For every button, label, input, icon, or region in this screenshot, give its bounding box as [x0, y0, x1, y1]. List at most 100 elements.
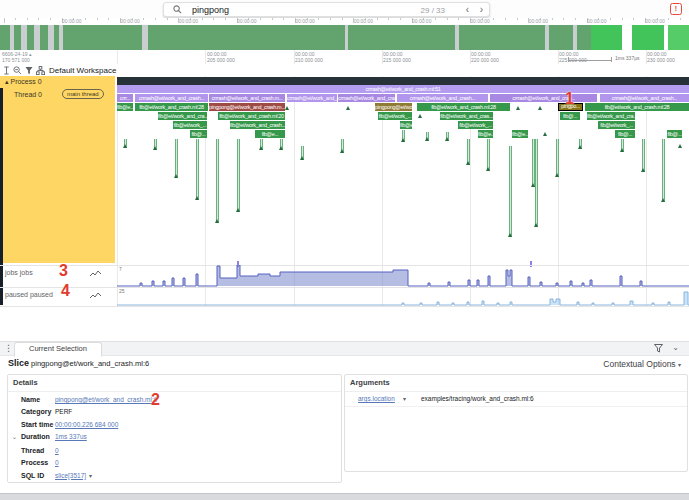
slice[interactable]: fib@e...	[255, 130, 285, 138]
slice[interactable]: fib@et/work_and_crash.ml:20	[218, 112, 285, 120]
filter-icon[interactable]	[25, 66, 33, 75]
process-summary-track[interactable]	[117, 77, 689, 85]
minimap-segment	[622, 25, 632, 50]
feedback-icon[interactable]: !	[670, 3, 682, 15]
overview-tick-ruler: 00:00:0000:00:0000:00:0000:00:0000:00:00…	[0, 18, 689, 25]
slice[interactable]: crrrash@et/work_and_cra...	[287, 94, 337, 102]
thread-track-shell[interactable]	[0, 76, 115, 263]
icicle-arrow-icon	[285, 106, 289, 110]
slice[interactable]: fib@e...	[512, 130, 528, 138]
slice[interactable]: fib@et/work_and_crash.ml:28	[417, 103, 510, 111]
slice[interactable]: crrrash@et/work_and_crash...	[397, 94, 488, 102]
drag-handle-icon[interactable]: ⋮	[4, 343, 13, 353]
detail-value[interactable]: 00:00:00.226 684 000	[55, 419, 118, 431]
slice[interactable]: pingpong@et/work_and_crash.m...	[209, 103, 285, 111]
next-result-button[interactable]: ›	[480, 4, 483, 15]
slice[interactable]: crrrash@et/work_and_crash...	[600, 94, 689, 102]
slice[interactable]: crrrash@et/work_and_crash.m...	[209, 94, 285, 102]
call-stack-icicle[interactable]	[662, 139, 665, 202]
counter-chart[interactable]	[0, 287, 689, 306]
counter-chart[interactable]	[0, 265, 689, 287]
slice[interactable]: fib@e...	[117, 103, 133, 111]
slice[interactable]: fib@...	[560, 112, 580, 120]
workspace-icon[interactable]	[36, 66, 45, 75]
slice[interactable]: crrrash@et/work_and_crash...	[135, 94, 208, 102]
detail-value[interactable]: slice[3517]▾	[55, 470, 92, 482]
search-input[interactable]: pingpong	[192, 5, 229, 15]
filter-icon[interactable]	[654, 344, 663, 353]
height-icon[interactable]	[3, 66, 10, 75]
ruler-tick-label: 00:00:00	[587, 18, 606, 24]
ruler-tick	[283, 18, 284, 20]
slice[interactable]: fib@et/work_...	[378, 112, 412, 120]
slice[interactable]: pingpong@et/wo...	[375, 103, 412, 111]
process-group-header[interactable]: ▴ Process 0	[5, 78, 42, 86]
slice[interactable]: fib@et/work_and_crash.ml:28	[135, 103, 208, 111]
slice[interactable]: fib@...	[615, 130, 635, 138]
icicle-arrow-icon	[195, 196, 199, 200]
call-stack-icicle[interactable]	[556, 139, 559, 177]
overview-minimap[interactable]	[0, 25, 689, 50]
minimap-segment	[48, 25, 54, 50]
ruler-tick-label: 00:00:00	[470, 18, 489, 24]
slice[interactable]: fib@et/work_...	[173, 121, 207, 129]
prev-result-button[interactable]: ‹	[466, 4, 469, 15]
detail-value[interactable]: 0	[55, 445, 59, 457]
slice[interactable]: fib@et/work_and_cras...	[440, 112, 493, 120]
tab-current-selection[interactable]: Current Selection	[14, 342, 102, 357]
detail-row: Process0	[8, 457, 341, 469]
detail-value[interactable]: 0	[55, 457, 59, 469]
ruler-tick	[505, 18, 506, 20]
slice[interactable]: crrrash@et/work_and_cras...	[338, 94, 395, 102]
detail-label: Name	[21, 394, 40, 406]
icicle-arrow-icon	[678, 144, 682, 148]
time-scale-marker	[568, 57, 612, 61]
slice[interactable]: fib@...	[667, 130, 682, 138]
slice[interactable]: fib@et/work_...	[598, 121, 635, 129]
icicle-arrow-icon	[346, 106, 350, 110]
search-box[interactable]: pingpong 29 / 33 ‹ ›	[163, 2, 490, 17]
contextual-options-dropdown[interactable]: Contextual Options ▾	[603, 359, 681, 369]
expander-icon[interactable]: ⌄	[12, 431, 17, 443]
ruler-tick	[202, 18, 203, 20]
ruler-tick-label: 00:00:00	[62, 18, 81, 24]
call-stack-icicle[interactable]	[196, 139, 199, 200]
slice[interactable]: fib@e...	[478, 130, 493, 138]
chevron-down-icon[interactable]: ⌄	[672, 343, 679, 352]
slice[interactable]: fib@et/work_and_cra...	[158, 112, 207, 120]
call-stack-icicle[interactable]	[535, 139, 538, 227]
slice[interactable]: fib@et/work_and_crash.ml:28	[585, 103, 689, 111]
arg-key-link[interactable]: args.location	[358, 392, 395, 406]
annotation-number: 1	[565, 92, 574, 106]
icicle-arrow-icon	[418, 114, 422, 118]
slice[interactable]: fib@et/work_and_crash...	[230, 121, 285, 129]
detail-row: CategoryPERF	[8, 406, 341, 418]
call-stack-icicle[interactable]	[216, 139, 219, 223]
detail-row: ⌄Duration1ms 337us	[8, 431, 341, 443]
ruler-tick	[563, 18, 564, 20]
slice[interactable]: fib@...	[190, 130, 207, 138]
ruler-tick	[143, 18, 144, 20]
slice[interactable]: crrrash@et/work_and_cras...	[490, 94, 597, 102]
ruler-tick-label: 00:00:00	[295, 18, 314, 24]
icicle-arrow-icon	[534, 223, 538, 227]
bottom-scrollbar[interactable]	[0, 493, 689, 500]
slice[interactable]: fib@et/work_...	[458, 121, 493, 129]
time-label: 00:00:00205 000 000	[207, 51, 235, 63]
call-stack-icicle[interactable]	[509, 146, 512, 237]
zoom-out-icon[interactable]	[13, 66, 22, 75]
ruler-tick	[458, 18, 459, 20]
slice[interactable]: crrr...	[117, 94, 133, 102]
call-stack-icicle[interactable]	[175, 139, 178, 178]
call-stack-icicle[interactable]	[237, 139, 240, 212]
workspace-label[interactable]: Default Workspace	[49, 66, 116, 75]
detail-value[interactable]: 1ms 337us	[55, 431, 87, 443]
minimap-segment	[455, 25, 459, 50]
time-label: 00:00:00210 000 000	[295, 51, 323, 63]
slice[interactable]: fib@et/work_and_cra...	[587, 112, 635, 120]
ruler-tick	[622, 18, 623, 20]
detail-value[interactable]: pingpong@et/work_and_crash.ml:6	[55, 394, 157, 406]
thread-track-label[interactable]: Thread 0	[14, 91, 42, 98]
slice[interactable]: crrrash@et/work_and_crash.ml:51	[117, 85, 689, 93]
slice[interactable]: fib@e...	[400, 121, 412, 129]
